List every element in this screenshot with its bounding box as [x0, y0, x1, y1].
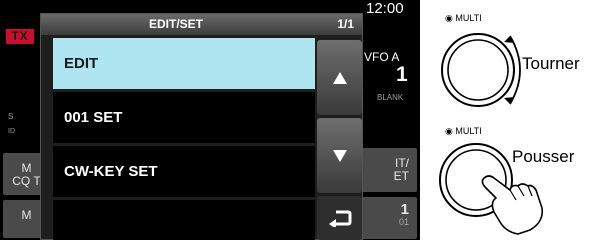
dialog-title: EDIT/SET [148, 17, 203, 31]
id-label: ID [8, 128, 15, 135]
multi-dot-icon-2: ◉ [445, 126, 453, 136]
blank-label: BLANK [377, 93, 404, 102]
menu-item-001-set[interactable]: 001 SET [53, 92, 315, 143]
turn-label: Tourner [522, 54, 580, 73]
clock: 12:00 [366, 0, 404, 17]
scroll-down-button[interactable] [317, 118, 362, 193]
right-button-1-line-2: ET [393, 169, 409, 183]
edit-set-dialog: EDIT/SET 1/1 EDIT 001 SET CW-KEY SET [40, 13, 363, 240]
right-button-2-line-2: 01 [398, 217, 409, 227]
background-right-button-1[interactable]: IT/ ET [355, 148, 417, 192]
menu-item-cw-key-set[interactable]: CW-KEY SET [53, 146, 315, 197]
page-indicator: 1/1 [337, 17, 354, 31]
vfo-number: 1 [396, 63, 408, 86]
s-meter-label: S [8, 112, 14, 121]
background-right-button-2[interactable]: 1 01 [355, 197, 417, 239]
right-button-2-line-1: 1 [400, 201, 409, 218]
menu-item-empty[interactable] [53, 200, 315, 240]
return-button[interactable] [317, 196, 362, 240]
vfo-label: VFO A [364, 50, 400, 64]
up-arrow-icon [332, 71, 347, 84]
scroll-up-button[interactable] [317, 40, 362, 115]
multi-label-push: ◉ MULTI [445, 126, 482, 137]
multi-knob-turn-illustration [441, 33, 521, 107]
menu-item-edit[interactable]: EDIT [53, 38, 315, 89]
multi-label-2-text: MULTI [455, 126, 482, 136]
push-label: Pousser [512, 147, 575, 166]
return-arrow-icon [328, 210, 351, 227]
multi-dot-icon: ◉ [445, 13, 453, 23]
down-arrow-icon [332, 149, 347, 162]
tx-indicator: TX [6, 29, 34, 44]
multi-label-1-text: MULTI [455, 13, 482, 23]
multi-label-turn: ◉ MULTI [445, 13, 482, 24]
radio-screen: TX S ID M CQ T M IT/ ET 1 01 12:00 VFO A… [0, 0, 420, 240]
dialog-titlebar: EDIT/SET 1/1 [41, 14, 362, 35]
